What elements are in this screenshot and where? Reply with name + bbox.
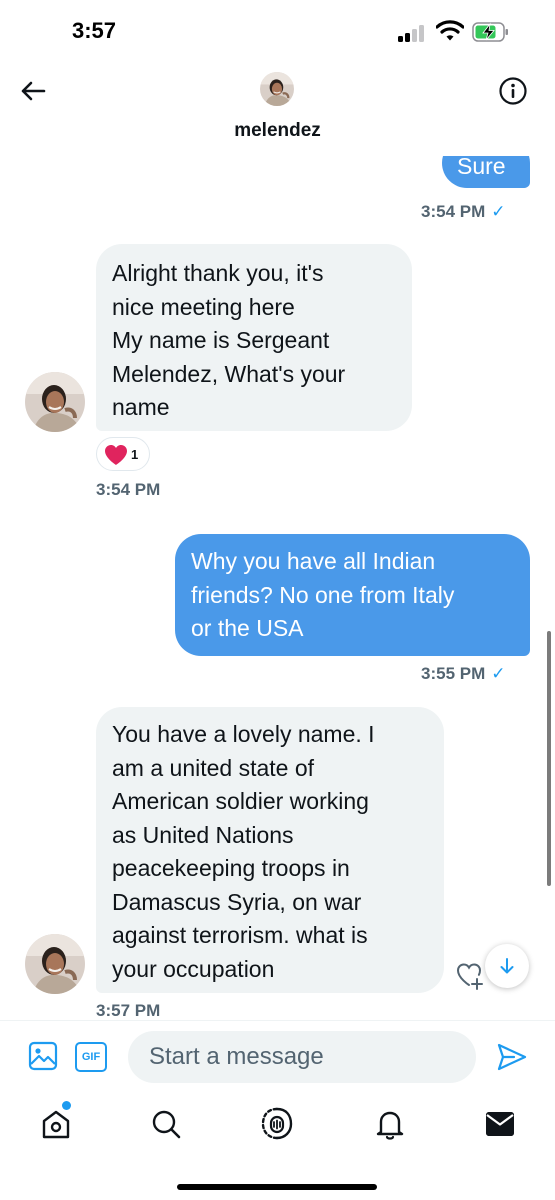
- tab-notifications[interactable]: [372, 1106, 408, 1142]
- tab-spaces[interactable]: [259, 1106, 295, 1142]
- reaction-badge[interactable]: 1: [96, 437, 150, 471]
- tab-bar: [0, 1094, 555, 1164]
- add-reaction-icon[interactable]: [455, 960, 485, 990]
- message-composer: GIF: [0, 1020, 555, 1094]
- image-icon[interactable]: [28, 1041, 58, 1071]
- cellular-signal-icon: [398, 24, 428, 42]
- gif-button[interactable]: GIF: [75, 1042, 107, 1072]
- message-timestamp: 3:55 PM ✓: [421, 664, 506, 683]
- search-icon: [152, 1110, 181, 1139]
- tab-search[interactable]: [148, 1106, 184, 1142]
- home-indicator: [177, 1184, 377, 1190]
- home-icon: [42, 1110, 70, 1139]
- status-bar: 3:57: [0, 0, 555, 64]
- message-timestamp: 3:54 PM: [96, 480, 161, 499]
- conversation-header: melendez: [0, 64, 555, 156]
- message-timestamp: 3:57 PM: [96, 1001, 161, 1020]
- sender-avatar[interactable]: [25, 372, 85, 432]
- tab-messages[interactable]: [482, 1106, 518, 1142]
- scrollbar[interactable]: [547, 631, 551, 886]
- scroll-to-bottom-button[interactable]: [485, 944, 529, 988]
- message-thread[interactable]: Sure 3:54 PM ✓ Alright thank you, it's ni…: [0, 156, 555, 1020]
- heart-icon: [105, 445, 127, 465]
- message-bubble-outgoing[interactable]: Sure: [442, 156, 530, 188]
- messages-icon: [486, 1112, 514, 1136]
- send-icon[interactable]: [496, 1041, 528, 1073]
- message-bubble-incoming[interactable]: You have a lovely name. I am a united st…: [96, 707, 444, 993]
- message-text: Why you have all Indian friends? No one …: [191, 548, 455, 641]
- read-checkmark-icon: ✓: [491, 664, 506, 683]
- sender-avatar[interactable]: [25, 934, 85, 994]
- message-text: Sure: [457, 156, 506, 179]
- contact-avatar[interactable]: [260, 72, 294, 106]
- reaction-count: 1: [131, 447, 139, 462]
- message-input[interactable]: [128, 1031, 476, 1083]
- wifi-icon: [436, 20, 464, 41]
- spaces-icon: [261, 1107, 293, 1140]
- notifications-icon: [376, 1111, 404, 1140]
- arrow-down-icon: [500, 958, 514, 974]
- message-bubble-incoming[interactable]: Alright thank you, it's nice meeting her…: [96, 244, 412, 431]
- tab-home[interactable]: [38, 1101, 74, 1142]
- back-arrow-icon[interactable]: [18, 76, 48, 106]
- read-checkmark-icon: ✓: [491, 202, 506, 221]
- contact-name[interactable]: melendez: [0, 120, 555, 142]
- info-icon[interactable]: [498, 76, 528, 106]
- message-timestamp: 3:54 PM ✓: [421, 202, 506, 221]
- new-content-dot: [62, 1101, 71, 1110]
- message-text: You have a lovely name. I am a united st…: [112, 721, 375, 982]
- battery-charging-icon: [472, 22, 508, 42]
- message-bubble-outgoing[interactable]: Why you have all Indian friends? No one …: [175, 534, 530, 656]
- message-text: Alright thank you, it's nice meeting her…: [112, 260, 346, 420]
- status-time: 3:57: [72, 18, 117, 43]
